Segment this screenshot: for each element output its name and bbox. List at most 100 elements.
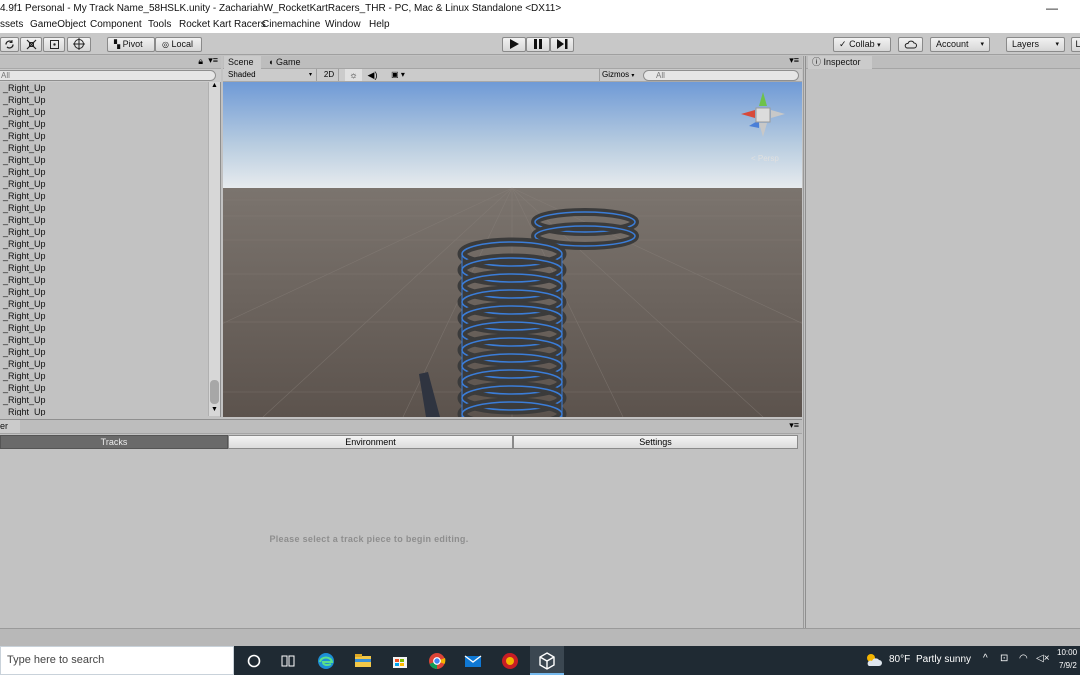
account-dropdown[interactable]: Account ▾: [930, 37, 990, 52]
collab-dropdown[interactable]: ✓ Collab ▾: [833, 37, 891, 52]
tab-tracks[interactable]: Tracks: [0, 435, 228, 449]
layers-label: Layers: [1012, 39, 1040, 49]
gizmos-dropdown[interactable]: Gizmos ▾: [599, 69, 641, 81]
hierarchy-row[interactable]: _Right_Up: [0, 322, 207, 334]
hierarchy-row[interactable]: _Right_Up: [0, 82, 207, 94]
step-button[interactable]: [550, 37, 574, 52]
tab-scene[interactable]: Scene: [224, 56, 261, 69]
effects-dropdown[interactable]: ▣ ▾: [387, 69, 409, 81]
hierarchy-row[interactable]: _Right_Up: [0, 346, 207, 358]
scene-render[interactable]: < Persp: [223, 82, 802, 417]
hierarchy-row[interactable]: _Right_Up: [0, 226, 207, 238]
pivot-toggle[interactable]: ▚ Pivot: [107, 37, 155, 52]
hierarchy-row[interactable]: _Right_Up: [0, 394, 207, 406]
hierarchy-row[interactable]: _Right_Up: [0, 406, 207, 416]
clock-date[interactable]: 7/9/2: [1059, 661, 1077, 670]
hierarchy-row[interactable]: _Right_Up: [0, 202, 207, 214]
file-explorer-icon[interactable]: [352, 650, 374, 672]
edge-icon[interactable]: [315, 650, 337, 672]
menu-rocket-kart-racers[interactable]: Rocket Kart Racers: [179, 17, 266, 33]
hierarchy-scrollbar[interactable]: ▲ ▼: [208, 82, 220, 416]
transform-tool-button[interactable]: [67, 37, 91, 52]
hierarchy-row[interactable]: _Right_Up: [0, 178, 207, 190]
hierarchy-row[interactable]: _Right_Up: [0, 370, 207, 382]
hierarchy-row[interactable]: _Right_Up: [0, 142, 207, 154]
hierarchy-row[interactable]: _Right_Up: [0, 298, 207, 310]
tab-inspector[interactable]: ⓘ Inspector: [808, 56, 872, 69]
panel-divider[interactable]: [803, 56, 804, 628]
hierarchy-row[interactable]: _Right_Up: [0, 238, 207, 250]
hierarchy-row[interactable]: _Right_Up: [0, 190, 207, 202]
play-button[interactable]: [502, 37, 526, 52]
shading-dropdown[interactable]: Shaded ▾: [225, 69, 317, 81]
scale-tool-button[interactable]: [20, 37, 42, 52]
layout-dropdown[interactable]: L: [1071, 37, 1080, 52]
hierarchy-row[interactable]: _Right_Up: [0, 166, 207, 178]
tab-settings[interactable]: Settings: [513, 435, 798, 449]
menu-tools[interactable]: Tools: [148, 17, 171, 33]
hierarchy-row[interactable]: _Right_Up: [0, 382, 207, 394]
hierarchy-row[interactable]: _Right_Up: [0, 262, 207, 274]
panel-menu-icon[interactable]: ▾≡: [789, 55, 799, 66]
mail-icon[interactable]: [462, 650, 484, 672]
task-view-icon[interactable]: [277, 650, 299, 672]
unity-taskbar-button[interactable]: [530, 646, 564, 675]
app-red-icon[interactable]: [499, 650, 521, 672]
menu-assets[interactable]: ssets: [0, 17, 23, 33]
hierarchy-row[interactable]: _Right_Up: [0, 358, 207, 370]
lock-icon[interactable]: 🔒︎: [198, 56, 203, 67]
cortana-icon[interactable]: [243, 650, 265, 672]
scroll-down-icon[interactable]: ▼: [211, 406, 218, 413]
panel-menu-icon[interactable]: ▾≡: [789, 420, 799, 431]
tab-environment[interactable]: Environment: [228, 435, 513, 449]
hierarchy-row[interactable]: _Right_Up: [0, 94, 207, 106]
wifi-icon[interactable]: ◠: [1019, 653, 1028, 664]
chevron-up-icon[interactable]: ^: [983, 653, 988, 664]
audio-toggle[interactable]: ◀): [364, 69, 381, 81]
panel-menu-icon[interactable]: ▾≡: [208, 55, 218, 66]
minimize-button[interactable]: —: [1046, 0, 1058, 17]
hierarchy-row[interactable]: _Right_Up: [0, 286, 207, 298]
lighting-toggle[interactable]: ☼: [345, 69, 362, 81]
clock-time[interactable]: 10:00: [1057, 648, 1077, 657]
scene-viewport[interactable]: < Persp: [223, 82, 802, 417]
store-icon[interactable]: [389, 650, 411, 672]
menu-window[interactable]: Window: [325, 17, 361, 33]
scene-search-input[interactable]: [643, 70, 799, 81]
hierarchy-row[interactable]: _Right_Up: [0, 274, 207, 286]
rotate-tool-button[interactable]: [0, 37, 19, 52]
cloud-button[interactable]: [898, 37, 923, 52]
rect-tool-button[interactable]: [43, 37, 65, 52]
weather-text[interactable]: Partly sunny: [916, 654, 971, 665]
menu-cinemachine[interactable]: Cinemachine: [262, 17, 320, 33]
volume-muted-icon[interactable]: ◁×: [1036, 653, 1050, 664]
pause-button[interactable]: [526, 37, 550, 52]
hierarchy-row[interactable]: _Right_Up: [0, 154, 207, 166]
hierarchy-row[interactable]: _Right_Up: [0, 118, 207, 130]
hierarchy-row[interactable]: _Right_Up: [0, 334, 207, 346]
hierarchy-row[interactable]: _Right_Up: [0, 214, 207, 226]
menu-component[interactable]: Component: [90, 17, 142, 33]
menu-gameobject[interactable]: GameObject: [30, 17, 86, 33]
layers-dropdown[interactable]: Layers ▾: [1006, 37, 1065, 52]
taskbar-search-box[interactable]: Type here to search: [0, 646, 234, 675]
hierarchy-row[interactable]: _Right_Up: [0, 106, 207, 118]
chrome-icon[interactable]: [426, 650, 448, 672]
2d-toggle[interactable]: 2D: [320, 69, 339, 81]
hierarchy-row[interactable]: _Right_Up: [0, 250, 207, 262]
tab-track-editor[interactable]: er: [0, 420, 20, 433]
partly-sunny-icon[interactable]: [864, 652, 884, 668]
tab-settings-label: Settings: [639, 437, 672, 447]
local-toggle[interactable]: ◎ Local: [155, 37, 202, 52]
scroll-thumb[interactable]: [210, 380, 219, 404]
2d-label: 2D: [323, 70, 335, 79]
menu-help[interactable]: Help: [369, 17, 390, 33]
weather-temp[interactable]: 80°F: [889, 654, 910, 665]
hierarchy-row[interactable]: _Right_Up: [0, 310, 207, 322]
tab-game[interactable]: ◖ Game: [268, 56, 313, 69]
meet-now-icon[interactable]: ⊡: [1000, 653, 1008, 664]
hierarchy-row[interactable]: _Right_Up: [0, 130, 207, 142]
hierarchy-search-input[interactable]: [0, 70, 216, 81]
scroll-up-icon[interactable]: ▲: [211, 82, 218, 89]
persp-label[interactable]: < Persp: [751, 154, 779, 163]
